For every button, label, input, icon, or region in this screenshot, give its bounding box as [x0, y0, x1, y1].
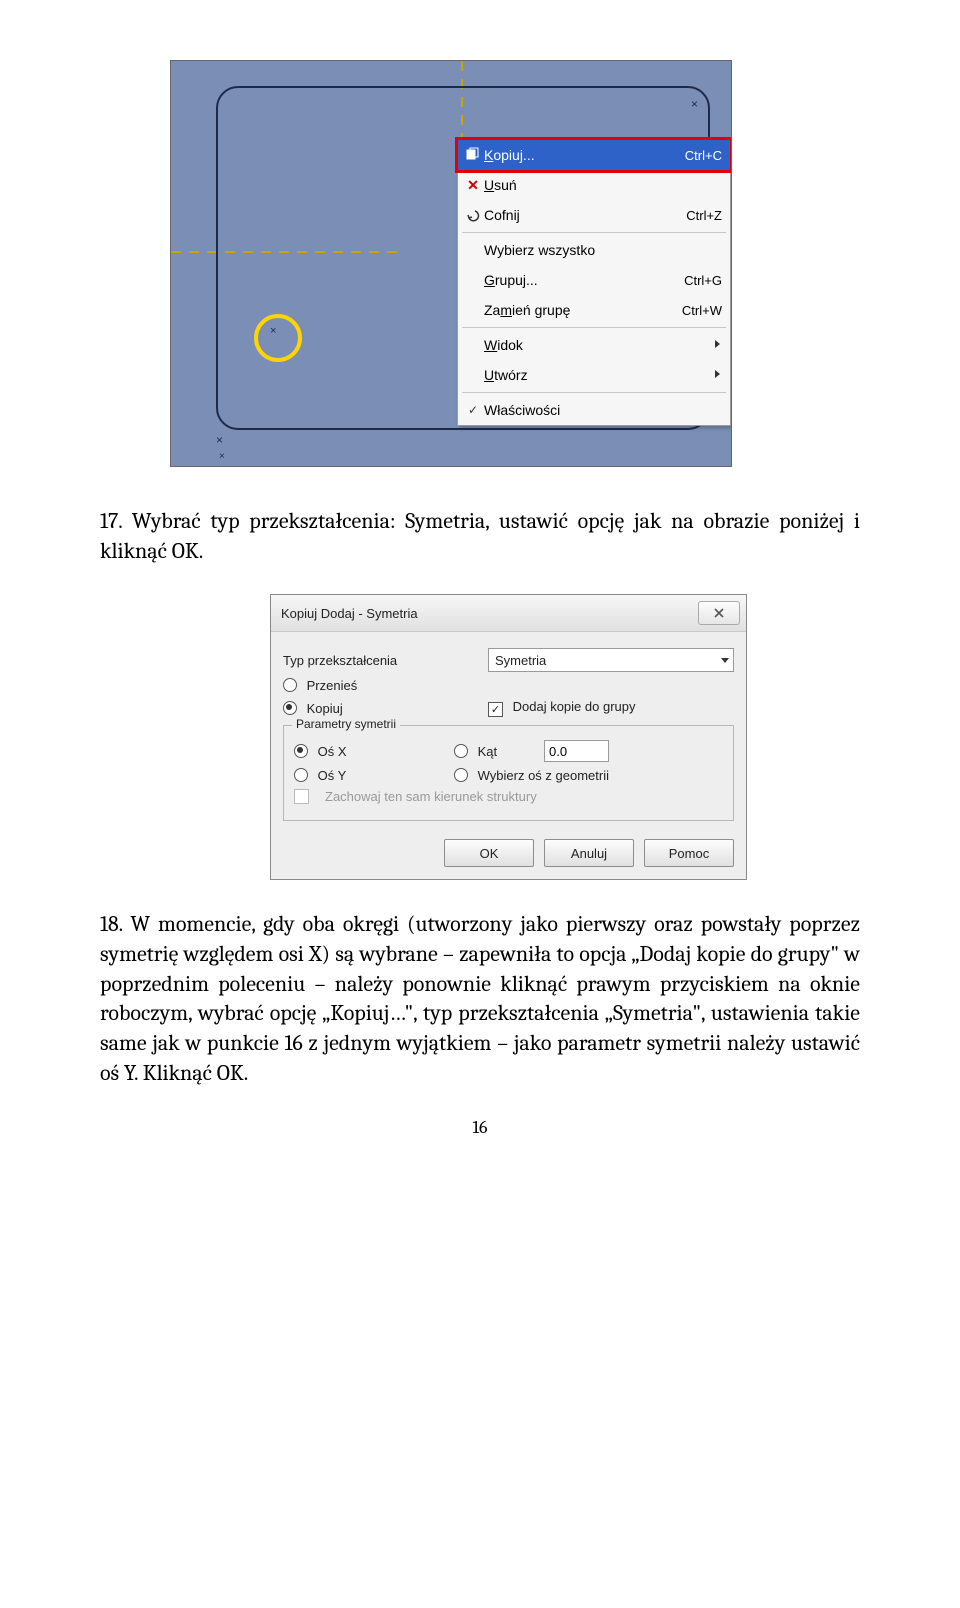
checkbox-icon: [294, 789, 309, 804]
menu-item-zamien-grupe[interactable]: Zamień grupę Ctrl+W: [458, 295, 730, 325]
menu-item-wlasciwosci[interactable]: Właściwości: [458, 395, 730, 425]
radio-icon: [454, 744, 468, 758]
page-number: 16: [100, 1117, 860, 1138]
radio-icon: [283, 678, 297, 692]
pomoc-button[interactable]: Pomoc: [644, 839, 734, 867]
point-marker: ×: [270, 325, 276, 337]
menu-label: Widok: [484, 337, 722, 353]
radio-kat[interactable]: Kąt: [454, 744, 534, 759]
menu-label: Kopiuj...: [484, 147, 669, 163]
dialog-titlebar: Kopiuj Dodaj - Symetria: [271, 595, 746, 632]
context-menu: Kopiuj... Ctrl+C ✕ Usuń Cofnij Ctrl+Z Wy…: [457, 139, 731, 426]
radio-label: Oś Y: [318, 768, 347, 783]
fieldset-legend: Parametry symetrii: [292, 717, 400, 731]
combo-typ-przeksztalcenia[interactable]: Symetria: [488, 648, 734, 672]
checkbox-zachowaj-kierunek: Zachowaj ten sam kierunek struktury: [294, 789, 723, 804]
dialog-title: Kopiuj Dodaj - Symetria: [281, 606, 418, 621]
radio-icon: [294, 744, 308, 758]
checkbox-label: Zachowaj ten sam kierunek struktury: [325, 789, 537, 804]
point-marker: ×: [216, 433, 223, 447]
radio-icon: [283, 701, 297, 715]
copy-icon: [462, 147, 484, 163]
combo-value: Symetria: [495, 653, 546, 668]
radio-kopiuj[interactable]: Kopiuj: [283, 701, 478, 716]
ok-button[interactable]: OK: [444, 839, 534, 867]
menu-label: Cofnij: [484, 207, 670, 223]
menu-separator: [462, 232, 726, 233]
radio-label: Kopiuj: [307, 701, 343, 716]
radio-icon: [294, 768, 308, 782]
input-kat[interactable]: [544, 740, 609, 762]
radio-os-y[interactable]: Oś Y: [294, 768, 444, 783]
cad-screenshot: × × × × Kopiuj... Ctrl+C ✕ Usuń Cofnij C…: [170, 60, 732, 467]
checkbox-dodaj-kopie[interactable]: ✓ Dodaj kopie do grupy: [488, 699, 635, 717]
menu-label: Zamień grupę: [484, 302, 666, 318]
menu-item-widok[interactable]: Widok: [458, 330, 730, 360]
undo-icon: [462, 208, 484, 222]
radio-label: Wybierz oś z geometrii: [478, 768, 609, 783]
radio-icon: [454, 768, 468, 782]
menu-shortcut: Ctrl+C: [685, 148, 722, 163]
radio-label: Oś X: [318, 744, 347, 759]
menu-item-wybierz-wszystko[interactable]: Wybierz wszystko: [458, 235, 730, 265]
radio-przenies[interactable]: Przenieś: [283, 678, 478, 693]
menu-shortcut: Ctrl+W: [682, 303, 722, 318]
check-icon: [462, 403, 484, 417]
menu-item-cofnij[interactable]: Cofnij Ctrl+Z: [458, 200, 730, 230]
menu-label: Właściwości: [484, 402, 722, 418]
menu-item-grupuj[interactable]: Grupuj... Ctrl+G: [458, 265, 730, 295]
point-marker: ×: [691, 97, 698, 111]
menu-shortcut: Ctrl+G: [684, 273, 722, 288]
checkbox-label: Dodaj kopie do grupy: [513, 699, 636, 714]
step-18-text: 18. W momencie, gdy oba okręgi (utworzon…: [100, 910, 860, 1088]
fieldset-parametry-symetrii: Parametry symetrii Oś X Kąt Oś Y: [283, 725, 734, 821]
anuluj-button[interactable]: Anuluj: [544, 839, 634, 867]
point-marker: ×: [219, 451, 225, 462]
checkbox-icon: ✓: [488, 702, 503, 717]
delete-icon: ✕: [462, 177, 484, 194]
menu-label: Wybierz wszystko: [484, 242, 722, 258]
menu-item-kopiuj[interactable]: Kopiuj... Ctrl+C: [458, 140, 730, 170]
menu-label: Grupuj...: [484, 272, 668, 288]
menu-separator: [462, 327, 726, 328]
label-typ: Typ przekształcenia: [283, 653, 478, 668]
dialog-kopiuj-dodaj: Kopiuj Dodaj - Symetria Typ przekształce…: [270, 594, 747, 880]
close-button[interactable]: [698, 601, 740, 625]
menu-item-utworz[interactable]: Utwórz: [458, 360, 730, 390]
radio-label: Kąt: [478, 744, 498, 759]
menu-label: Usuń: [484, 177, 722, 193]
menu-item-usun[interactable]: ✕ Usuń: [458, 170, 730, 200]
radio-label: Przenieś: [307, 678, 358, 693]
circle-highlight: [254, 314, 302, 362]
menu-shortcut: Ctrl+Z: [686, 208, 722, 223]
close-icon: [713, 607, 725, 619]
menu-label: Utwórz: [484, 367, 722, 383]
step-17-text: 17. Wybrać typ przekształcenia: Symetria…: [100, 507, 860, 566]
radio-wybierz-os[interactable]: Wybierz oś z geometrii: [454, 768, 609, 783]
radio-os-x[interactable]: Oś X: [294, 744, 444, 759]
menu-separator: [462, 392, 726, 393]
